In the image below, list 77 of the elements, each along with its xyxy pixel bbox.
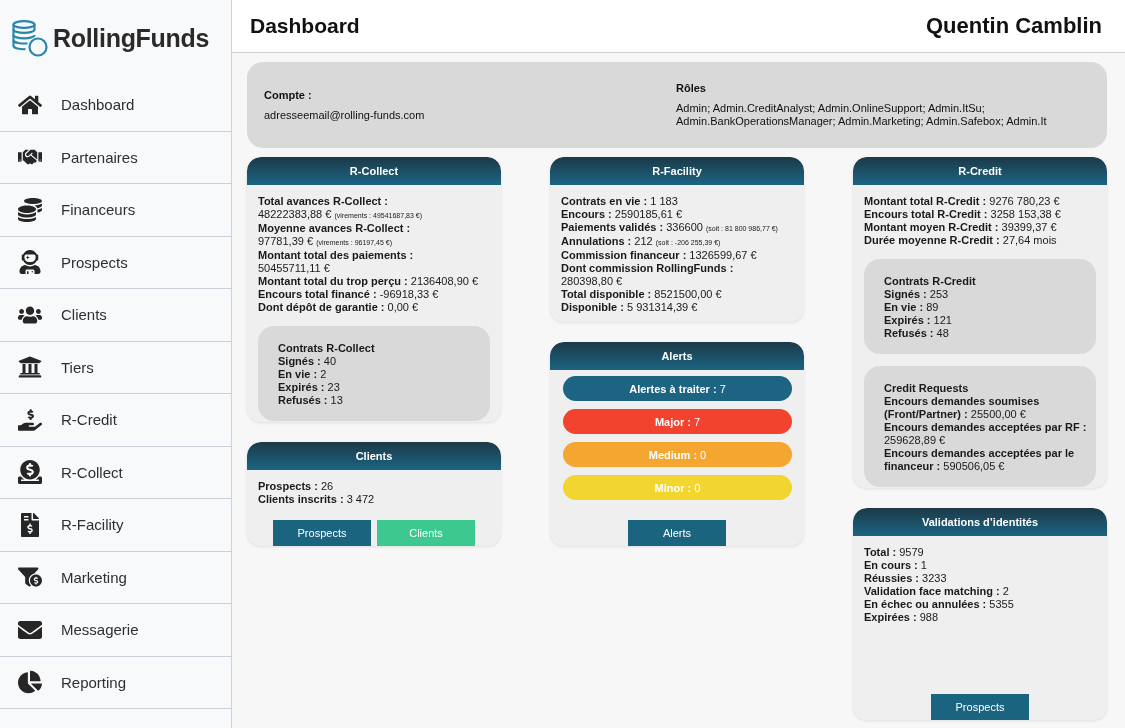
card-header: Alerts xyxy=(550,342,804,370)
coins-icon xyxy=(18,197,42,222)
stat-text: Dont dépôt de garantie : 0,00 € xyxy=(258,301,420,314)
alert-count-pill: Minor : 0 xyxy=(563,475,792,500)
card-header: Validations d’identités xyxy=(853,508,1107,536)
stat-text: Montant moyen R-Credit : 39399,37 € xyxy=(864,221,1058,234)
stat-text: Encours : 2590185,61 € xyxy=(561,208,684,221)
stat-text: Réussies : 3233 xyxy=(864,572,948,585)
stat-text: En vie : 2 xyxy=(278,368,328,381)
card-header: R-Credit xyxy=(853,157,1107,185)
alert-count-pill: Medium : 0 xyxy=(563,442,792,467)
coin-tray-icon xyxy=(18,460,42,485)
stat-text: Expirées : 988 xyxy=(864,611,939,624)
panel-title: Contrats R-Credit xyxy=(884,275,977,288)
stat-text: Encours demandes soumises (Front/Partner) : 25500,00 € xyxy=(884,395,1041,421)
sidebar-item[interactable]: Prospects xyxy=(0,236,231,289)
pie-chart-icon xyxy=(18,670,42,695)
page-title: Dashboard xyxy=(250,14,360,38)
card-header: R-Collect xyxy=(247,157,501,185)
stat-text: Refusés : 48 xyxy=(884,327,950,340)
hand-dollar-icon xyxy=(18,407,42,432)
card-header: R-Facility xyxy=(550,157,804,185)
bank-icon xyxy=(18,355,42,380)
user-name: Quentin Camblin xyxy=(926,13,1102,39)
stat-text: Signés : 40 xyxy=(278,355,338,368)
stat-text: Prospects : 26 xyxy=(258,480,335,493)
panel-title: Contrats R-Collect xyxy=(278,342,376,355)
sidebar-item[interactable]: Marketing xyxy=(0,551,231,604)
helmet-person-icon xyxy=(18,250,42,275)
dollar-document-icon xyxy=(18,512,42,537)
account-email: adresseemail@rolling-funds.com xyxy=(264,108,426,122)
stat-text: Montant total R-Credit : 9276 780,23 € xyxy=(864,195,1061,208)
stat-text: Expirés : 23 xyxy=(278,381,341,394)
panel-title: Credit Requests xyxy=(884,382,970,395)
sidebar-item[interactable]: Financeurs xyxy=(0,184,231,237)
sidebar-item[interactable]: Dashboard xyxy=(0,79,231,132)
stat-text: Validation face matching : 2 xyxy=(864,585,1010,598)
stat-text: Contrats en vie : 1 183 xyxy=(561,195,679,208)
sidebar-item[interactable]: Messagerie xyxy=(0,604,231,657)
roles-text: Admin; Admin.CreditAnalyst; Admin.OnlineSupport; Admin.ItSu; Admin.BankOperationsManager; Admin.Marketing; Admin.Safebox; Admin.It xyxy=(676,102,1048,128)
sidebar-item[interactable]: Tiers xyxy=(0,341,231,394)
stat-text: En cours : 1 xyxy=(864,559,928,572)
sidebar-item[interactable]: R-Credit xyxy=(0,394,231,447)
action-button[interactable]: Prospects xyxy=(931,694,1029,720)
stat-text: Encours total R-Credit : 3258 153,38 € xyxy=(864,208,1062,221)
stat-text: Expirés : 121 xyxy=(884,314,953,327)
action-button[interactable]: Alerts xyxy=(628,520,726,546)
alert-count-pill: Alertes à traiter : 7 xyxy=(563,376,792,401)
stat-text: Durée moyenne R-Credit : 27,64 mois xyxy=(864,234,1058,247)
card-header: Clients xyxy=(247,442,501,470)
stat-text: Total : 9579 xyxy=(864,546,925,559)
stat-text: Disponible : 5 931314,39 € xyxy=(561,301,699,314)
coins-logo-icon xyxy=(12,20,48,57)
sidebar-item[interactable]: Clients xyxy=(0,289,231,342)
roles-label: Rôles xyxy=(676,82,707,95)
account-label: Compte : xyxy=(264,88,313,102)
funnel-dollar-icon xyxy=(18,565,42,590)
stat-text: En échec ou annulées : 5355 xyxy=(864,598,1015,611)
stat-text: Encours demandes acceptées par RF : 259628,89 € xyxy=(884,421,1088,447)
brand-name: RollingFunds xyxy=(53,24,210,53)
stat-text: Signés : 253 xyxy=(884,288,950,301)
stat-text: Montant total du trop perçu : 2136408,90 € xyxy=(258,275,480,288)
stat-text: Total disponible : 8521500,00 € xyxy=(561,288,723,301)
sidebar-item[interactable]: R-Collect xyxy=(0,446,231,499)
sidebar-item[interactable]: Partenaires xyxy=(0,131,231,184)
stat-text: Montant total des paiements : 50455711,11 € xyxy=(258,249,415,275)
action-button[interactable]: Prospects xyxy=(273,520,371,546)
stat-text: En vie : 89 xyxy=(884,301,940,314)
sidebar-item[interactable]: R-Facility xyxy=(0,499,231,552)
stat-text: Dont commission RollingFunds : 280398,80 € xyxy=(561,262,735,288)
stat-text: Clients inscrits : 3 472 xyxy=(258,493,376,506)
stat-text: Encours total financé : -96918,33 € xyxy=(258,288,440,301)
alert-count-pill: Major : 7 xyxy=(563,409,792,434)
sidebar-item[interactable]: Reporting xyxy=(0,656,231,709)
stat-text: Commission financeur : 1326599,67 € xyxy=(561,249,758,262)
stat-text: Refusés : 13 xyxy=(278,394,344,407)
stat-text: Encours demandes acceptées par le financeur : 590506,05 € xyxy=(884,447,1076,473)
